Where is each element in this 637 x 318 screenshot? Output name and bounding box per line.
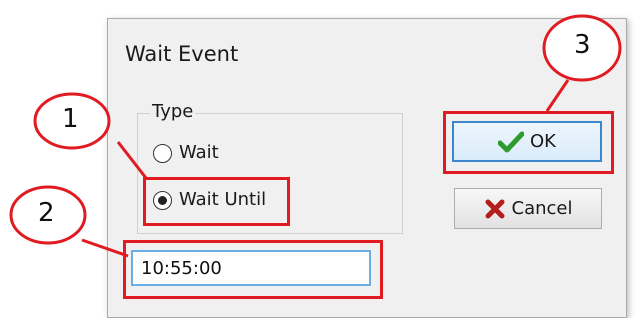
callout-2-number: 2 — [38, 198, 55, 228]
callout-2 — [9, 185, 129, 258]
callout-1-number: 1 — [62, 104, 79, 134]
callout-1 — [33, 92, 148, 179]
callout-3-number: 3 — [574, 30, 591, 60]
callout-bubbles — [9, 14, 622, 258]
